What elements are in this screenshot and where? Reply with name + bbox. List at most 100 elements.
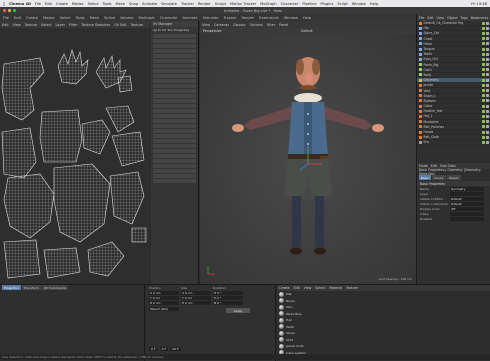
tag-icon[interactable] [486,114,489,118]
tag-icon[interactable] [486,57,489,61]
tag-icon[interactable] [486,73,489,77]
tag-icon[interactable] [482,68,485,72]
uv-tool-button[interactable] [153,144,196,148]
uv-tool-button[interactable] [153,159,196,163]
coordinate-field[interactable]: Z 0 cm [181,300,211,305]
object-menu-item[interactable]: File [419,16,424,20]
uv-tool-button[interactable] [153,164,196,168]
uv-tool-button[interactable] [153,109,196,113]
uv-menu-item[interactable]: Texture [131,23,143,27]
uv-tool-button[interactable] [153,174,196,178]
tag-icon[interactable] [482,21,485,25]
tag-icon[interactable] [486,21,489,25]
uv-tool-button[interactable] [153,94,196,98]
tag-icon[interactable] [486,89,489,93]
tag-icon[interactable] [486,78,489,82]
tag-icon[interactable] [482,47,485,51]
uv-tool-button[interactable] [153,79,196,83]
uv-tool-button[interactable] [153,114,196,118]
menu-item-mesh[interactable]: Mesh [90,16,99,20]
mac-menu-script[interactable]: Script [337,2,347,6]
attribute-value[interactable] [450,211,484,216]
menu-item-modes[interactable]: Modes [43,16,55,20]
uv-tool-button[interactable] [153,69,196,73]
object-menu-item[interactable]: Edit [427,16,433,20]
uv-tool-button[interactable] [153,119,196,123]
start-frame-field[interactable]: 0 F [149,347,158,351]
mac-menu-tools[interactable]: Tools [103,2,112,6]
uv-tool-button[interactable] [153,89,196,93]
tag-icon[interactable] [486,83,489,87]
menu-item-render[interactable]: Render [241,16,254,20]
tag-icon[interactable] [486,63,489,67]
tag-icon[interactable] [486,26,489,30]
uv-canvas[interactable] [0,28,150,284]
tag-icon[interactable] [486,99,489,103]
attribute-tab[interactable]: Object [446,175,461,180]
uv-command-tab[interactable]: Transform [21,285,41,290]
menu-item-animate[interactable]: Animate [183,16,198,20]
mac-menu-window[interactable]: Window [352,2,366,6]
mac-menu-plugins[interactable]: Plugins [320,2,333,6]
attribute-tab[interactable]: Basic [419,175,431,180]
mac-menu-mograph[interactable]: MoGraph [260,2,276,6]
uv-menu-item[interactable]: Texture Sketches [81,23,110,27]
tag-icon[interactable] [482,26,485,30]
minimize-window-button[interactable] [8,9,11,12]
menu-item-tracker[interactable]: Tracker [224,16,237,20]
material-menu-item[interactable]: View [304,286,312,290]
tag-icon[interactable] [482,63,485,67]
uv-tool-button[interactable] [153,154,196,158]
uv-tool-button[interactable] [153,104,196,108]
material-menu-item[interactable]: Create [279,286,290,290]
menu-item-edit[interactable]: Edit [14,16,21,20]
character-model[interactable] [200,34,416,284]
tag-icon[interactable] [482,120,485,124]
mac-menu-items[interactable]: File Edit Create Modes Select Tools Mesh Snap An… [35,2,378,6]
attribute-value[interactable] [450,216,484,221]
uv-tool-button[interactable] [153,84,196,88]
end-frame-field[interactable]: 90 F [170,347,181,351]
menu-item-simulate[interactable]: Simulate [203,16,219,20]
uv-tool-button[interactable] [153,64,196,68]
coordinate-field[interactable]: Y 0 cm [181,295,211,300]
uv-tool-button[interactable] [153,149,196,153]
tag-icon[interactable] [486,130,489,134]
uv-tool-button[interactable] [153,129,196,133]
mac-menu-pipeline[interactable]: Pipeline [302,2,316,6]
uv-command-tab[interactable]: Projection [2,285,21,290]
uv-tool-button[interactable] [153,134,196,138]
menu-item-tools[interactable]: Tools [76,16,85,20]
coordinate-mode-select[interactable]: Object (Rel) [149,306,179,311]
menu-item-help[interactable]: Help [303,16,311,20]
tag-icon[interactable] [482,130,485,134]
object-menu-item[interactable]: Tags [461,16,468,20]
material-menu-item[interactable]: Select [315,286,325,290]
mac-menu-modes[interactable]: Modes [72,2,84,6]
tag-icon[interactable] [486,47,489,51]
material-menu-item[interactable]: Texture [346,286,358,290]
uv-tool-button[interactable] [153,124,196,128]
tag-icon[interactable] [482,83,485,87]
mac-menu-character[interactable]: Character [281,2,299,6]
mac-menu-snap[interactable]: Snap [129,2,138,6]
uv-menu-item[interactable]: Layer [56,23,65,27]
tag-icon[interactable] [482,135,485,139]
attribute-tab[interactable]: Coord. [431,175,446,180]
tag-icon[interactable] [486,52,489,56]
menu-item-select[interactable]: Select [60,16,71,20]
apply-button[interactable]: Apply [226,308,250,313]
menu-item-spline[interactable]: Spline [104,16,115,20]
object-row[interactable]: Env [417,140,490,146]
menu-item-mograph[interactable]: MoGraph [138,16,154,20]
tag-icon[interactable] [482,52,485,56]
material-menu-item[interactable]: Edit [294,286,300,290]
uv-tool-button[interactable] [153,49,196,53]
current-frame-field[interactable]: 0 F [159,347,169,351]
mac-menu-simulate[interactable]: Simulate [161,2,177,6]
tag-icon[interactable] [486,42,489,46]
uv-menu-item[interactable]: View [13,23,21,27]
uv-tool-button[interactable] [153,39,196,43]
uv-tool-button[interactable] [153,54,196,58]
tag-icon[interactable] [482,37,485,41]
